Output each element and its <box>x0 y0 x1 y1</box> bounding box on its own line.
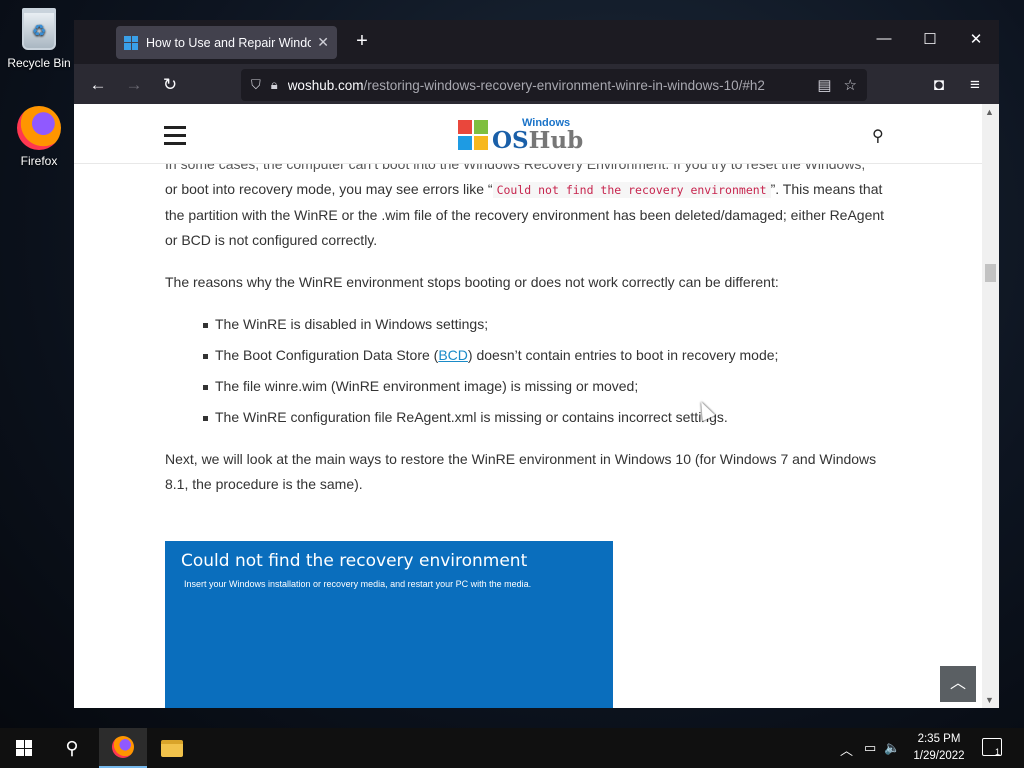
logo-hub: Hub <box>528 127 584 154</box>
tab-bar: How to Use and Repair Windows ✕ + — ☐ ✕ <box>74 20 999 64</box>
tab-close-icon[interactable]: ✕ <box>317 34 329 51</box>
list-item: The WinRE configuration file ReAgent.xml… <box>203 405 897 430</box>
list-item: The file winre.wim (WinRE environment im… <box>203 374 897 399</box>
list-item: The WinRE is disabled in Windows setting… <box>203 312 897 337</box>
reload-button[interactable]: ↻ <box>157 72 183 98</box>
recycle-bin-label: Recycle Bin <box>7 56 71 70</box>
notification-center-icon[interactable]: 1 <box>982 738 1002 757</box>
nav-bar: ← → ↻ ⛉ 🔒︎ woshub.com/restoring-windows-… <box>74 64 999 104</box>
windows-logo-icon <box>458 120 488 150</box>
scroll-up-icon[interactable]: ▲ <box>985 107 994 117</box>
pocket-icon[interactable]: ◘ <box>926 72 952 98</box>
site-logo[interactable]: Windows OSHub <box>458 118 583 152</box>
page-scrollbar[interactable]: ▲ ▼ <box>982 104 999 708</box>
taskbar: ⚲ ︿ ▭ 🔈 2:35 PM 1/29/2022 1 <box>0 728 1024 768</box>
error-heading: Could not find the recovery environment <box>181 551 528 571</box>
site-header: Windows OSHub ⚲ <box>74 104 982 164</box>
windows-logo-icon <box>124 35 138 50</box>
browser-window: How to Use and Repair Windows ✕ + — ☐ ✕ … <box>74 20 999 708</box>
forward-button[interactable]: → <box>121 72 147 98</box>
windows-start-icon <box>16 740 32 756</box>
start-button[interactable] <box>0 728 48 768</box>
firefox-icon <box>112 736 134 758</box>
hamburger-menu-icon[interactable] <box>164 126 186 150</box>
taskbar-firefox[interactable] <box>99 728 147 768</box>
folder-icon <box>161 739 183 757</box>
back-button[interactable]: ← <box>85 72 111 98</box>
firefox-label: Firefox <box>20 154 58 168</box>
firefox-icon <box>17 106 61 150</box>
paragraph-error: or boot into recovery mode, you may see … <box>165 181 885 248</box>
recovery-error-screenshot: Could not find the recovery environment … <box>165 541 613 708</box>
paragraph-next: Next, we will look at the main ways to r… <box>165 451 877 492</box>
scroll-down-icon[interactable]: ▼ <box>985 695 994 705</box>
network-icon[interactable]: ▭ <box>864 740 876 756</box>
clock-date: 1/29/2022 <box>913 750 965 762</box>
minimize-button[interactable]: — <box>864 30 904 47</box>
article-body: In some cases, the computer can’t boot i… <box>165 152 897 514</box>
taskbar-search-icon[interactable]: ⚲ <box>48 728 96 768</box>
recycle-bin-icon <box>17 8 61 52</box>
list-item: The Boot Configuration Data Store (BCD) … <box>203 343 897 368</box>
scrollbar-thumb[interactable] <box>985 264 996 282</box>
maximize-button[interactable]: ☐ <box>910 30 950 48</box>
url-path: /restoring-windows-recovery-environment-… <box>363 77 765 93</box>
bcd-link[interactable]: BCD <box>438 347 468 363</box>
lock-icon[interactable]: 🔒︎ <box>271 77 278 93</box>
error-subtext: Insert your Windows installation or reco… <box>184 579 532 589</box>
url-text[interactable]: woshub.com/restoring-windows-recovery-en… <box>288 78 806 93</box>
reader-view-icon[interactable]: ▤ <box>817 76 831 94</box>
tab-title: How to Use and Repair Windows <box>146 35 312 50</box>
firefox-shortcut[interactable]: Firefox <box>4 106 74 168</box>
volume-muted-icon[interactable]: 🔈 <box>884 740 900 756</box>
new-tab-button[interactable]: + <box>350 30 374 53</box>
url-bar[interactable]: ⛉ 🔒︎ woshub.com/restoring-windows-recove… <box>241 69 867 101</box>
recycle-bin-shortcut[interactable]: Recycle Bin <box>4 8 74 70</box>
taskbar-file-explorer[interactable] <box>148 728 196 768</box>
paragraph-reasons: The reasons why the WinRE environment st… <box>165 274 779 290</box>
back-to-top-button[interactable]: ︿ <box>940 666 976 702</box>
clock-time: 2:35 PM <box>917 733 961 745</box>
tray-chevron-icon[interactable]: ︿ <box>840 740 853 759</box>
tab-active[interactable]: How to Use and Repair Windows ✕ <box>116 26 337 59</box>
search-icon[interactable]: ⚲ <box>872 126 884 146</box>
reasons-list: The WinRE is disabled in Windows setting… <box>203 312 897 430</box>
bookmark-star-icon[interactable]: ☆ <box>844 76 857 94</box>
app-menu-icon[interactable]: ≡ <box>962 72 988 98</box>
shield-icon[interactable]: ⛉ <box>251 77 261 93</box>
web-page: Windows OSHub ⚲ In some cases, the compu… <box>74 104 982 708</box>
logo-os: OS <box>492 127 529 154</box>
url-domain: woshub.com <box>287 77 364 93</box>
close-window-button[interactable]: ✕ <box>956 30 996 48</box>
clock[interactable]: 2:35 PM 1/29/2022 <box>905 731 973 765</box>
error-code: Could not find the recovery environment <box>492 182 771 198</box>
